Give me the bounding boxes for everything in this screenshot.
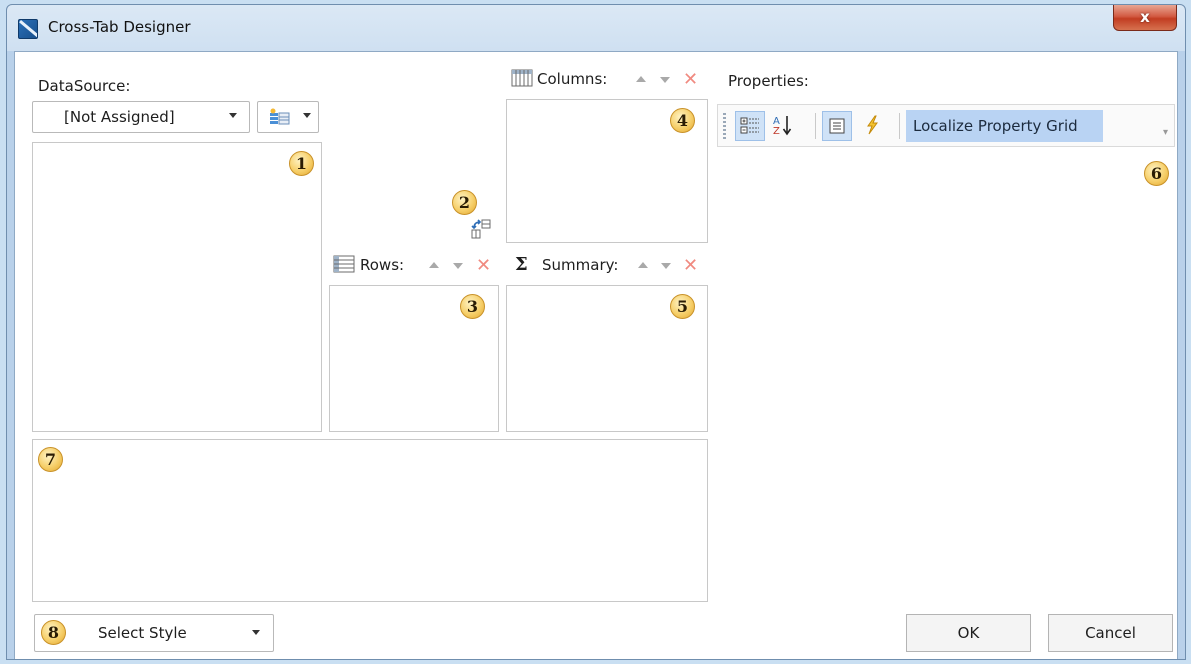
callout-badge-8: 8 [41, 620, 66, 645]
columns-move-down-icon[interactable] [660, 77, 670, 83]
callout-badge-1: 1 [289, 151, 314, 176]
chevron-down-icon [303, 113, 311, 118]
sort-alphabetical-icon[interactable]: A Z [769, 111, 799, 141]
callout-badge-4: 4 [670, 108, 695, 133]
chevron-down-icon [252, 630, 260, 635]
callout-badge-3: 3 [460, 294, 485, 319]
summary-field-list[interactable]: 5 [506, 285, 708, 432]
property-pages-icon[interactable] [822, 111, 852, 141]
events-icon[interactable] [858, 111, 888, 141]
toolbar-overflow-icon[interactable]: ▾ [1163, 127, 1168, 138]
rows-label: Rows: [360, 256, 405, 274]
cancel-button[interactable]: Cancel [1048, 614, 1173, 652]
callout-badge-2: 2 [452, 190, 477, 215]
cross-tab-designer-window: Cross-Tab Designer x DataSource: [Not As… [6, 4, 1186, 660]
add-datasource-icon [269, 108, 291, 126]
close-button[interactable]: x [1113, 5, 1177, 31]
app-icon [18, 19, 38, 39]
columns-move-up-icon[interactable] [636, 76, 646, 82]
swap-rows-columns-icon[interactable] [470, 218, 492, 240]
toolbar-separator [899, 113, 900, 139]
rows-remove-icon[interactable]: ✕ [476, 257, 491, 275]
add-datasource-button[interactable] [257, 101, 319, 133]
callout-badge-5: 5 [670, 294, 695, 319]
crosstab-preview-area: 7 [32, 439, 708, 602]
datasource-combo-value: [Not Assigned] [64, 108, 175, 126]
window-title: Cross-Tab Designer [48, 18, 191, 36]
properties-label: Properties: [728, 72, 809, 90]
callout-badge-7: 7 [38, 447, 63, 472]
chevron-down-icon [229, 113, 237, 118]
datasource-combo[interactable]: [Not Assigned] [32, 101, 250, 133]
dialog-client-area: DataSource: [Not Assigned] 1 2 Columns: … [14, 51, 1178, 659]
columns-remove-icon[interactable]: ✕ [683, 71, 698, 89]
toolbar-separator [815, 113, 816, 139]
select-style-value: Select Style [98, 624, 187, 642]
callout-badge-6: 6 [1144, 161, 1169, 186]
summary-label: Summary: [542, 256, 619, 274]
datasource-field-list[interactable]: 1 [32, 142, 322, 432]
rows-move-up-icon[interactable] [429, 262, 439, 268]
rows-icon [333, 255, 355, 273]
categorized-icon[interactable] [735, 111, 765, 141]
datasource-label: DataSource: [38, 77, 131, 95]
select-style-combo[interactable]: 8 Select Style [34, 614, 274, 652]
summary-move-up-icon[interactable] [638, 262, 648, 268]
svg-text:Z: Z [773, 126, 780, 137]
title-bar: Cross-Tab Designer x [7, 5, 1185, 51]
summary-remove-icon[interactable]: ✕ [683, 257, 698, 275]
summary-move-down-icon[interactable] [661, 263, 671, 269]
rows-move-down-icon[interactable] [453, 263, 463, 269]
columns-field-list[interactable]: 4 [506, 99, 708, 243]
property-grid-toolbar: A Z Localize Property Grid ▾ [717, 104, 1175, 147]
columns-icon [511, 69, 533, 87]
ok-button[interactable]: OK [906, 614, 1031, 652]
localize-property-grid-button[interactable]: Localize Property Grid [906, 110, 1103, 142]
columns-label: Columns: [537, 70, 608, 88]
sigma-icon: Σ [515, 254, 528, 275]
toolbar-grip [723, 113, 726, 139]
rows-field-list[interactable]: 3 [329, 285, 499, 432]
